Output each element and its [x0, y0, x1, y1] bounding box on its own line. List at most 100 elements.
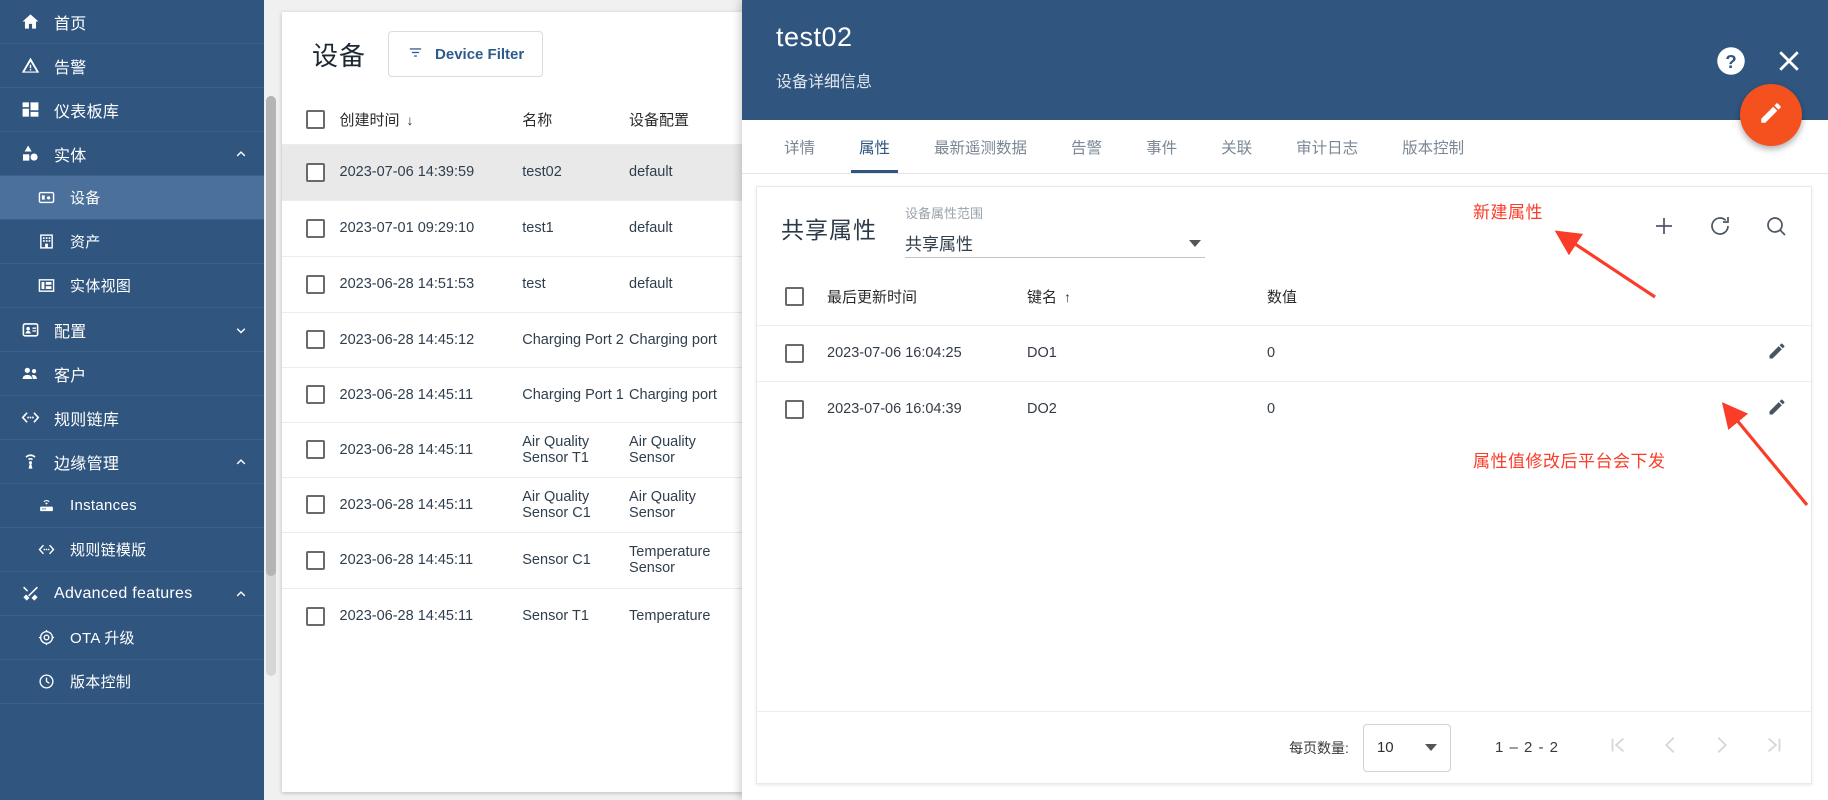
table-row[interactable]: 2023-07-06 16:04:25 DO1 0 — [757, 324, 1811, 381]
next-page-button[interactable] — [1709, 735, 1735, 761]
plus-icon — [1652, 214, 1676, 243]
entity-icon — [18, 142, 42, 166]
table-row[interactable]: 2023-07-06 14:39:59 test02 default — [282, 143, 742, 200]
row-checkbox[interactable] — [306, 162, 325, 182]
table-row[interactable]: 2023-06-28 14:45:11 Air Quality Sensor C1… — [282, 476, 742, 532]
sidebar-item-6[interactable]: 实体视图 — [0, 264, 264, 308]
attribute-scope-select[interactable]: 设备属性范围 共享属性 — [905, 199, 1205, 258]
tab-7[interactable]: 版本控制 — [1380, 120, 1486, 173]
sidebar-item-4[interactable]: 设备 — [0, 176, 264, 220]
sidebar-item-12[interactable]: 规则链模版 — [0, 528, 264, 572]
tab-5[interactable]: 关联 — [1199, 120, 1274, 173]
entityview-icon — [34, 274, 58, 298]
first-page-button[interactable] — [1605, 735, 1631, 761]
column-header-key[interactable]: 键名 — [1027, 289, 1057, 306]
previous-page-button[interactable] — [1657, 735, 1683, 761]
cell-name: test — [522, 255, 630, 312]
tab-2[interactable]: 最新遥测数据 — [912, 120, 1049, 173]
edit-device-fab[interactable] — [1740, 84, 1802, 146]
sidebar-item-label: 边缘管理 — [54, 455, 120, 473]
cell-name: Charging Port 1 — [522, 366, 630, 422]
column-header-device-profile[interactable]: 设备配置 — [629, 112, 689, 129]
column-header-last-update-time[interactable]: 最后更新时间 — [827, 289, 917, 306]
cell-name: Charging Port 2 — [522, 311, 630, 367]
tab-1[interactable]: 属性 — [837, 120, 912, 173]
row-checkbox[interactable] — [306, 606, 325, 626]
cell-device-profile: Charging port — [629, 311, 742, 367]
edge-icon — [18, 450, 42, 474]
sidebar-item-13[interactable]: Advanced features — [0, 572, 264, 616]
close-button[interactable] — [1774, 46, 1804, 76]
chevron-left-icon — [1659, 734, 1681, 761]
cell-device-profile: default — [629, 255, 742, 312]
tab-3[interactable]: 告警 — [1049, 120, 1124, 173]
row-checkbox[interactable] — [306, 385, 325, 404]
sidebar-item-11[interactable]: Instances — [0, 484, 264, 528]
device-list-scrollbar[interactable] — [266, 96, 276, 676]
chevron-down-icon[interactable] — [234, 323, 248, 337]
row-checkbox[interactable] — [306, 495, 325, 514]
row-checkbox[interactable] — [306, 550, 325, 570]
chevron-up-icon[interactable] — [234, 455, 248, 469]
cell-device-profile: default — [629, 143, 742, 200]
chevron-up-icon[interactable] — [234, 587, 248, 601]
home-icon — [18, 10, 42, 34]
table-row[interactable]: 2023-07-06 16:04:39 DO2 0 — [757, 380, 1811, 437]
table-row[interactable]: 2023-06-28 14:51:53 test default — [282, 255, 742, 312]
sidebar-item-7[interactable]: 配置 — [0, 308, 264, 352]
page-size-select[interactable]: 10 — [1362, 723, 1451, 772]
sidebar-item-1[interactable]: 告警 — [0, 44, 264, 88]
row-checkbox[interactable] — [306, 274, 325, 294]
row-checkbox[interactable] — [306, 330, 325, 349]
edit-attribute-button[interactable] — [1767, 397, 1787, 417]
row-checkbox[interactable] — [306, 218, 325, 238]
annotation-new-attribute: 新建属性 — [1473, 203, 1543, 222]
ota-icon — [34, 626, 58, 650]
sidebar-item-15[interactable]: 版本控制 — [0, 660, 264, 704]
asset-icon — [34, 230, 58, 254]
help-button[interactable]: ? — [1716, 46, 1746, 76]
sidebar-item-10[interactable]: 边缘管理 — [0, 440, 264, 484]
row-checkbox[interactable] — [785, 343, 804, 363]
row-checkbox[interactable] — [785, 399, 804, 419]
refresh-attributes-button[interactable] — [1707, 215, 1733, 241]
sidebar-item-label: 仪表板库 — [54, 103, 120, 121]
sidebar-item-14[interactable]: OTA 升级 — [0, 616, 264, 660]
column-header-value[interactable]: 数值 — [1267, 289, 1297, 306]
search-attributes-button[interactable] — [1763, 215, 1789, 241]
table-row[interactable]: 2023-06-28 14:45:11 Sensor T1 Temperature — [282, 587, 742, 644]
cell-device-profile: default — [629, 199, 742, 256]
refresh-icon — [1708, 214, 1732, 243]
cell-name: Air Quality Sensor T1 — [522, 421, 630, 477]
row-checkbox[interactable] — [306, 440, 325, 459]
tab-4[interactable]: 事件 — [1124, 120, 1199, 173]
sidebar-item-9[interactable]: 规则链库 — [0, 396, 264, 440]
device-filter-button[interactable]: Device Filter — [388, 31, 544, 77]
select-all-devices-checkbox[interactable] — [306, 110, 325, 130]
tab-0[interactable]: 详情 — [762, 120, 837, 173]
sidebar-item-label: 实体视图 — [70, 278, 132, 295]
sidebar-item-5[interactable]: 资产 — [0, 220, 264, 264]
cell-created-time: 2023-06-28 14:45:11 — [339, 587, 523, 644]
sidebar-item-8[interactable]: 客户 — [0, 352, 264, 396]
sidebar-item-0[interactable]: 首页 — [0, 0, 264, 44]
column-header-name[interactable]: 名称 — [522, 112, 552, 129]
last-page-button[interactable] — [1761, 735, 1787, 761]
tab-6[interactable]: 审计日志 — [1274, 120, 1380, 173]
chevron-up-icon[interactable] — [234, 147, 248, 161]
sidebar-item-label: 规则链模版 — [70, 542, 147, 559]
device-table-header-row: 创建时间 ↓ 名称 设备配置 — [282, 96, 742, 144]
table-row[interactable]: 2023-06-28 14:45:11 Charging Port 1 Chargi… — [282, 366, 742, 422]
table-row[interactable]: 2023-06-28 14:45:11 Air Quality Sensor T1… — [282, 421, 742, 477]
add-attribute-button[interactable] — [1651, 215, 1677, 241]
table-row[interactable]: 2023-07-01 09:29:10 test1 default — [282, 199, 742, 256]
sidebar-item-2[interactable]: 仪表板库 — [0, 88, 264, 132]
attributes-header-row: 最后更新时间 键名 ↑ 数值 — [757, 269, 1811, 325]
sidebar-item-3[interactable]: 实体 — [0, 132, 264, 176]
edit-attribute-button[interactable] — [1767, 341, 1787, 361]
pagination-range: 1 – 2 - 2 — [1494, 739, 1559, 756]
select-all-attributes-checkbox[interactable] — [785, 287, 804, 307]
table-row[interactable]: 2023-06-28 14:45:11 Sensor C1 Temperature … — [282, 531, 742, 588]
table-row[interactable]: 2023-06-28 14:45:12 Charging Port 2 Chargi… — [282, 311, 742, 367]
column-header-created-time[interactable]: 创建时间 — [340, 112, 400, 129]
